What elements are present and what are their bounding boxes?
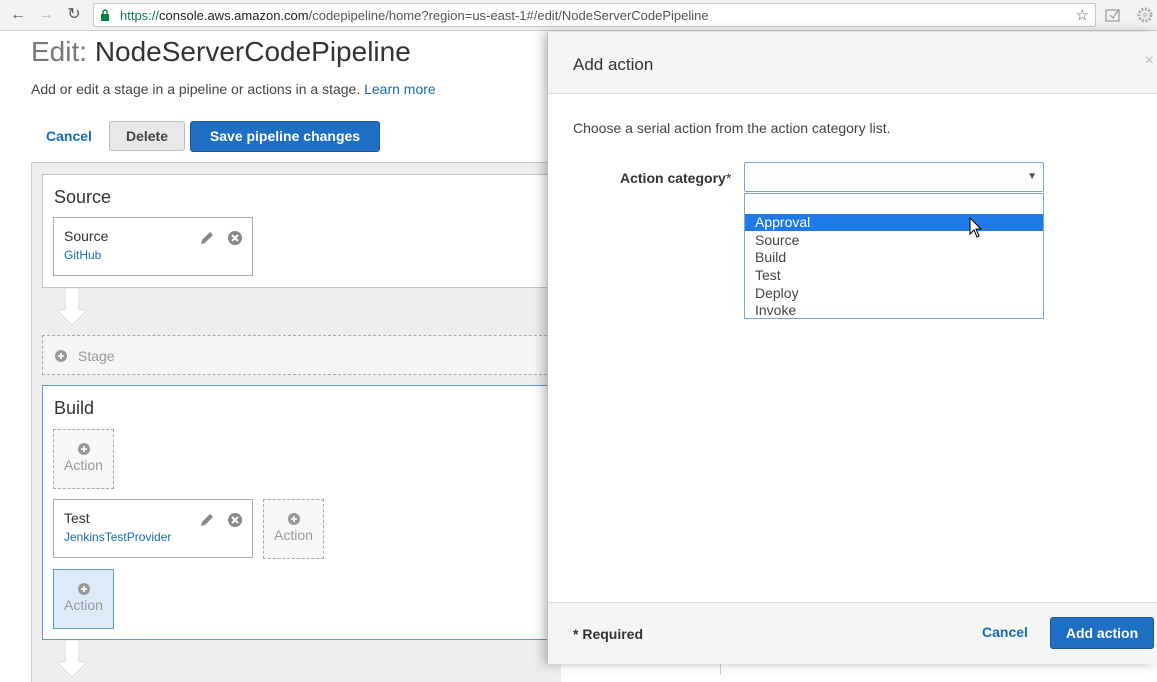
page-subtitle: Add or edit a stage in a pipeline or act…: [31, 81, 436, 97]
add-action-label: Action: [274, 527, 313, 543]
add-action-panel: Add action × Choose a serial action from…: [547, 32, 1157, 664]
dropdown-option-invoke[interactable]: Invoke: [745, 302, 1043, 319]
dropdown-option-empty[interactable]: [745, 197, 1043, 214]
delete-x-icon[interactable]: [227, 512, 243, 528]
dropdown-option-source[interactable]: Source: [745, 232, 1043, 249]
panel-instruction: Choose a serial action from the action c…: [573, 120, 891, 136]
lock-icon: [101, 9, 109, 21]
plus-icon: [287, 513, 300, 525]
settings-gear-icon[interactable]: [1136, 6, 1154, 24]
chevron-down-icon: ▼: [1027, 171, 1037, 182]
delete-x-icon[interactable]: [227, 230, 243, 246]
action-category-select[interactable]: ▼: [744, 162, 1044, 192]
add-action-button[interactable]: Action: [263, 499, 324, 559]
panel-title: Add action: [573, 55, 654, 74]
mouse-cursor-icon: [969, 217, 983, 238]
plus-icon: [55, 350, 67, 362]
flow-arrow-icon: [57, 640, 87, 678]
action-provider-link[interactable]: JenkinsTestProvider: [64, 530, 171, 544]
address-bar[interactable]: https://console.aws.amazon.com/codepipel…: [93, 3, 1096, 27]
reload-icon[interactable]: ↻: [64, 5, 84, 25]
stage-title: Build: [54, 398, 95, 418]
back-icon[interactable]: ←: [8, 5, 28, 25]
forward-icon[interactable]: →: [36, 5, 56, 25]
browser-toolbar: ← → ↻ https://console.aws.amazon.com/cod…: [0, 0, 1157, 31]
panel-header: Add action ×: [548, 32, 1157, 94]
extension-icon[interactable]: [1104, 6, 1122, 24]
save-pipeline-button[interactable]: Save pipeline changes: [190, 121, 380, 152]
dropdown-option-approval[interactable]: Approval: [745, 214, 1043, 231]
add-action-button[interactable]: Action: [53, 429, 114, 489]
add-stage-button[interactable]: Stage: [42, 335, 582, 375]
pipeline-canvas: Source Source GitHub Stage Build Action …: [31, 162, 582, 682]
close-icon[interactable]: ×: [1145, 52, 1154, 70]
action-name: Source: [64, 228, 109, 244]
learn-more-link[interactable]: Learn more: [364, 81, 436, 97]
cancel-button[interactable]: Cancel: [46, 128, 92, 144]
action-provider-link[interactable]: GitHub: [64, 248, 101, 262]
dropdown-option-test[interactable]: Test: [745, 267, 1043, 284]
add-action-button-selected[interactable]: Action: [53, 569, 114, 629]
add-action-label: Action: [64, 457, 103, 473]
edit-pencil-icon[interactable]: [199, 512, 215, 528]
source-action-card[interactable]: Source GitHub: [53, 217, 253, 276]
plus-icon: [77, 583, 90, 595]
add-action-submit-button[interactable]: Add action: [1050, 617, 1154, 649]
test-action-card[interactable]: Test JenkinsTestProvider: [53, 499, 253, 558]
dropdown-option-deploy[interactable]: Deploy: [745, 285, 1043, 302]
action-name: Test: [64, 510, 90, 526]
cancel-button[interactable]: Cancel: [982, 624, 1028, 640]
panel-footer: * Required Cancel Add action: [548, 602, 1157, 664]
delete-button[interactable]: Delete: [109, 121, 185, 151]
dropdown-option-build[interactable]: Build: [745, 249, 1043, 266]
add-stage-label: Stage: [78, 348, 115, 364]
plus-icon: [77, 443, 90, 455]
action-category-label: Action category*: [620, 170, 732, 186]
stage-title: Source: [54, 187, 112, 207]
url-text: https://console.aws.amazon.com/codepipel…: [120, 8, 709, 23]
source-stage: Source Source GitHub: [42, 174, 572, 288]
bookmark-star-icon[interactable]: ☆: [1076, 6, 1089, 24]
add-action-label: Action: [64, 597, 103, 613]
build-stage: Build Action Test JenkinsTestProvider Ac…: [42, 385, 572, 640]
action-category-dropdown[interactable]: Approval Source Build Test Deploy Invoke: [744, 193, 1044, 319]
required-note: * Required: [573, 626, 644, 642]
flow-arrow-icon: [57, 288, 87, 326]
edit-pencil-icon[interactable]: [199, 230, 215, 246]
page-title: Edit: NodeServerCodePipeline: [31, 36, 411, 67]
